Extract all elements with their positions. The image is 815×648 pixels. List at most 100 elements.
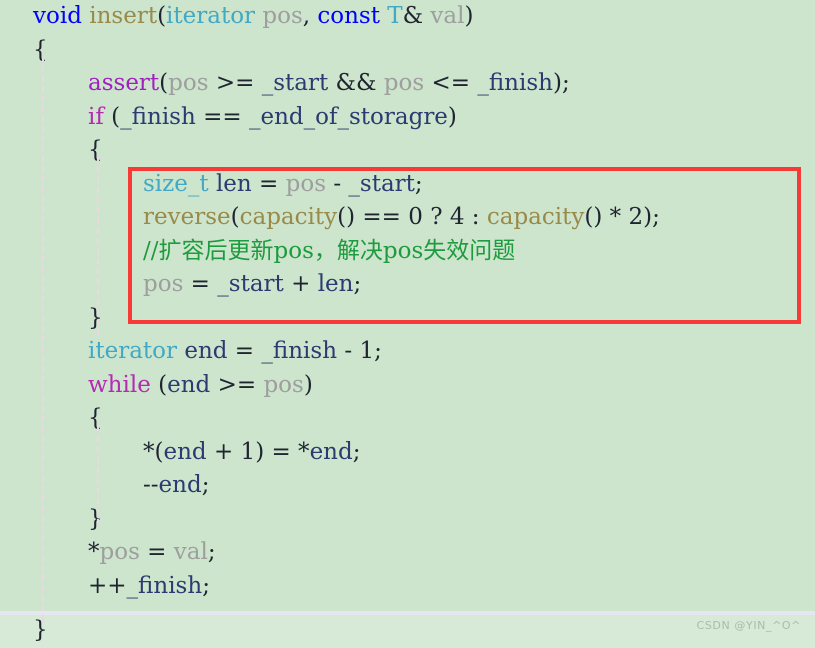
code-token: { xyxy=(88,405,103,431)
code-token: 4 xyxy=(449,204,465,230)
code-token: { xyxy=(33,36,48,63)
code-token: _finish xyxy=(261,338,338,364)
code-line[interactable]: *(end + 1) = *end; xyxy=(0,436,815,470)
code-token: ( xyxy=(157,3,167,29)
code-line[interactable]: size_t len = pos - _start; xyxy=(0,168,815,202)
code-line[interactable]: void insert(iterator pos, const T& val) xyxy=(0,0,815,34)
code-token: _start xyxy=(217,271,284,297)
code-line[interactable]: } xyxy=(0,302,815,336)
code-token: _start xyxy=(261,70,329,96)
code-line[interactable]: } xyxy=(0,615,815,648)
code-line[interactable]: iterator end = _finish - 1; xyxy=(0,335,815,369)
code-line[interactable]: //扩容后更新pos，解决pos失效问题 xyxy=(0,235,815,269)
code-token: } xyxy=(88,304,103,331)
code-token: pos xyxy=(263,371,304,398)
code-token: pos xyxy=(168,70,209,96)
code-editor: void insert(iterator pos, const T& val){… xyxy=(0,0,815,648)
code-token: 1 xyxy=(359,338,375,364)
code-token: ++ xyxy=(88,572,127,599)
code-block: void insert(iterator pos, const T& val){… xyxy=(0,0,815,611)
code-token: <= xyxy=(424,70,478,96)
closing-brace-row: } xyxy=(0,611,815,648)
code-token: //扩容后更新pos，解决pos失效问题 xyxy=(143,237,516,264)
indent-guide-level-2-top xyxy=(97,156,99,336)
code-line-closing: } xyxy=(0,615,815,648)
code-token: } xyxy=(88,505,103,532)
code-token: = xyxy=(251,170,286,197)
code-token: ( xyxy=(103,103,121,130)
code-token: end xyxy=(163,438,207,465)
indent-guide-last-line xyxy=(42,615,44,623)
code-line[interactable]: { xyxy=(0,134,815,168)
code-token: ; xyxy=(353,271,362,297)
code-token: () == xyxy=(337,204,409,230)
code-token: ) = * xyxy=(255,438,310,465)
code-token: T xyxy=(387,3,403,29)
code-token: ); xyxy=(552,70,570,96)
code-token: 2 xyxy=(628,204,644,230)
code-token: ) xyxy=(303,371,313,398)
code-token: && xyxy=(328,70,384,96)
code-token: { xyxy=(88,137,103,163)
code-token: - xyxy=(337,338,360,364)
code-token: pos xyxy=(262,3,303,29)
code-token: len xyxy=(317,271,354,297)
code-token: end xyxy=(184,338,228,364)
code-token: *( xyxy=(143,438,164,465)
code-token: 0 xyxy=(408,204,423,230)
code-token: if xyxy=(88,103,104,130)
code-token: = xyxy=(227,338,262,364)
code-token: + xyxy=(206,438,241,465)
code-line[interactable]: if (_finish == _end_of_storagre) xyxy=(0,101,815,135)
code-token: while xyxy=(88,371,151,398)
code-token: _end_of_storagre xyxy=(248,103,448,130)
code-token: -- xyxy=(143,472,159,498)
code-token: - xyxy=(326,170,349,197)
code-token: pos xyxy=(383,70,425,96)
code-token: = xyxy=(139,539,174,565)
indent-guide-level-1 xyxy=(42,56,44,611)
code-line[interactable]: while (end >= pos) xyxy=(0,369,815,403)
code-token: _start xyxy=(348,170,415,197)
code-token: capacity xyxy=(486,204,585,230)
code-token: reverse xyxy=(143,204,231,230)
code-token: ; xyxy=(202,572,210,599)
code-token: void xyxy=(33,3,82,29)
code-line[interactable]: { xyxy=(0,34,815,68)
code-token: assert xyxy=(88,70,160,96)
code-token: ); xyxy=(643,204,660,230)
code-token: , xyxy=(302,3,318,29)
code-token: ( xyxy=(150,371,168,398)
code-line[interactable]: reverse(capacity() == 0 ? 4 : capacity()… xyxy=(0,201,815,235)
code-line[interactable]: ++_finish; xyxy=(0,570,815,604)
code-token: pos xyxy=(285,170,327,197)
code-token: ? xyxy=(422,204,450,230)
code-line[interactable]: *pos = val; xyxy=(0,536,815,570)
code-line[interactable]: assert(pos >= _start && pos <= _finish); xyxy=(0,67,815,101)
code-lines: void insert(iterator pos, const T& val){… xyxy=(0,0,815,603)
code-line[interactable]: pos = _start + len; xyxy=(0,268,815,302)
code-token: iterator xyxy=(88,338,178,364)
code-token: : xyxy=(464,204,487,230)
code-token: >= xyxy=(208,70,262,96)
code-token: capacity xyxy=(239,204,338,230)
code-token: iterator xyxy=(166,3,256,29)
code-token: == xyxy=(195,103,249,130)
code-line[interactable]: } xyxy=(0,503,815,537)
code-token: _finish xyxy=(477,70,553,96)
code-token: end xyxy=(167,371,211,398)
code-token: _finish xyxy=(126,572,203,599)
code-token: len xyxy=(215,170,252,197)
code-token: + xyxy=(283,271,318,297)
code-line[interactable]: --end; xyxy=(0,469,815,503)
code-line[interactable]: { xyxy=(0,402,815,436)
code-token: pos xyxy=(143,271,184,297)
code-token: ( xyxy=(230,204,240,230)
code-token: ; xyxy=(201,472,210,498)
code-token: = xyxy=(183,271,218,297)
code-token: & xyxy=(402,3,431,29)
code-token: 1 xyxy=(240,438,256,465)
code-token: end xyxy=(309,438,353,465)
code-token: () * xyxy=(584,204,629,230)
